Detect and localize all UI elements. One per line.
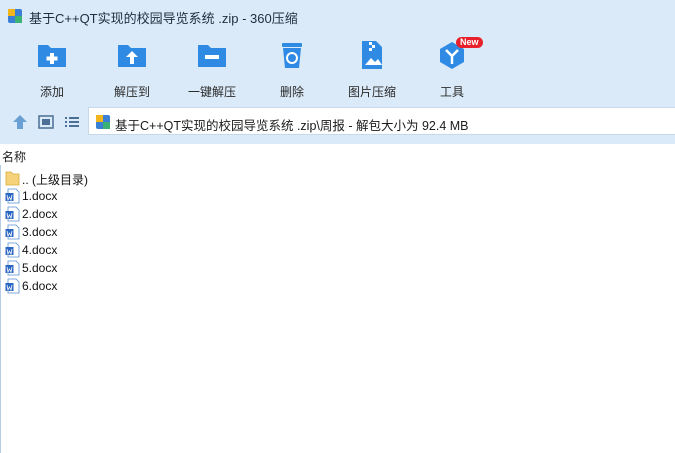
tools-label: 工具 [439,85,464,99]
file-list: .. (上级目录) 1.docx 2.docx 3.docx 4.docx 5.… [0,165,675,453]
address-path: 基于C++QT实现的校园导览系统 .zip\周报 - 解包大小为 92.4 MB [115,119,469,133]
word-doc-icon [5,242,20,258]
image-compress-label: 图片压缩 [347,85,396,99]
image-compress-icon [362,41,382,69]
one-click-extract-label: 一键解压 [187,85,236,99]
extract-to-button[interactable]: 解压到 [100,39,164,100]
word-doc-icon [5,224,20,240]
toolbar: 添加 解压到 一键解压 删除 图片压缩 New 工具 [0,33,675,100]
list-item-name: 2.docx [22,207,58,221]
add-folder-icon [38,45,66,67]
archive-app-icon [8,9,22,23]
delete-button[interactable]: 删除 [260,39,324,100]
one-click-extract-icon [198,45,226,67]
list-item-parent-dir[interactable]: .. (上级目录) [3,169,203,187]
list-item-name: 1.docx [22,189,58,203]
zip-archive-icon [96,115,110,129]
list-item[interactable]: 4.docx [3,241,203,259]
one-click-extract-button[interactable]: 一键解压 [180,39,244,100]
word-doc-icon [5,206,20,222]
trash-icon [282,43,302,68]
extract-to-label: 解压到 [113,85,150,99]
up-arrow-icon[interactable] [11,113,29,131]
add-label: 添加 [39,85,64,99]
word-doc-icon [5,260,20,276]
list-item-name: 4.docx [22,243,58,257]
word-doc-icon [5,188,20,204]
list-item-name: 3.docx [22,225,58,239]
list-item[interactable]: 2.docx [3,205,203,223]
list-item-name: 5.docx [22,261,58,275]
list-item-name: 6.docx [22,279,58,293]
address-field[interactable]: 基于C++QT实现的校园导览系统 .zip\周报 - 解包大小为 92.4 MB [88,107,675,135]
add-button[interactable]: 添加 [20,39,84,100]
list-item[interactable]: 5.docx [3,259,203,277]
folder-icon [5,171,20,186]
window-title: 基于C++QT实现的校园导览系统 .zip - 360压缩 [29,11,298,26]
list-item[interactable]: 1.docx [3,187,203,205]
image-compress-button[interactable]: 图片压缩 [340,39,404,100]
word-doc-icon [5,278,20,294]
list-view-icon[interactable] [63,113,81,131]
list-header: 名称 [0,147,675,165]
list-item[interactable]: 3.docx [3,223,203,241]
extract-to-icon [118,45,146,67]
list-item-name: .. (上级目录) [22,173,88,187]
list-item[interactable]: 6.docx [3,277,203,295]
new-badge: New [456,37,483,48]
address-bar: 基于C++QT实现的校园导览系统 .zip\周报 - 解包大小为 92.4 MB [0,100,675,144]
delete-label: 删除 [279,85,304,99]
thumbnail-view-icon[interactable] [37,113,55,131]
title-bar: 基于C++QT实现的校园导览系统 .zip - 360压缩 [0,0,675,33]
tools-button[interactable]: New 工具 [420,37,484,100]
column-header-name[interactable]: 名称 [2,148,26,165]
